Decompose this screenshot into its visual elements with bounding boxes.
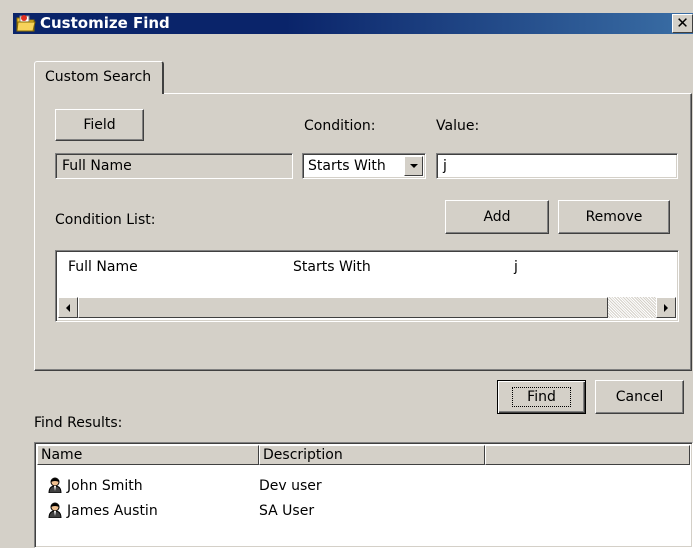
arrow-left-icon (66, 303, 70, 312)
condition-row-value: j (514, 259, 518, 275)
add-button-label: Add (483, 209, 511, 225)
scroll-thumb[interactable] (78, 297, 608, 318)
close-button[interactable]: ✕ (672, 14, 693, 33)
column-header-description[interactable]: Description (259, 445, 485, 465)
result-description: Dev user (259, 478, 322, 494)
condition-list[interactable]: Full Name Starts With j (55, 250, 679, 322)
result-name: John Smith (67, 478, 143, 494)
condition-label: Condition: (304, 118, 376, 134)
result-name: James Austin (67, 503, 158, 519)
cancel-button[interactable]: Cancel (595, 380, 684, 414)
chevron-down-icon (409, 164, 418, 168)
condition-list-label: Condition List: (55, 212, 156, 228)
cancel-button-label: Cancel (615, 389, 664, 405)
scroll-left-button[interactable] (58, 297, 78, 318)
field-name-display: Full Name (55, 153, 293, 179)
scroll-track[interactable] (608, 297, 656, 318)
remove-button[interactable]: Remove (558, 200, 670, 234)
scroll-right-button[interactable] (656, 297, 676, 318)
find-results-label: Find Results: (34, 415, 123, 431)
value-input[interactable]: j (436, 153, 678, 179)
column-header-name-label: Name (41, 447, 83, 463)
field-button[interactable]: Field (55, 109, 144, 141)
result-row[interactable]: James Austin SA User (37, 500, 690, 522)
condition-list-scrollbar[interactable] (58, 297, 676, 318)
result-description: SA User (259, 503, 315, 519)
condition-list-row[interactable]: Full Name Starts With j (58, 253, 676, 296)
value-input-text: j (443, 158, 447, 174)
result-row[interactable]: John Smith Dev user (37, 475, 690, 497)
condition-select-value: Starts With (308, 158, 386, 174)
value-label: Value: (436, 118, 480, 134)
user-icon (47, 502, 63, 519)
tab-custom-search[interactable]: Custom Search (34, 61, 164, 94)
find-folder-icon (15, 13, 37, 34)
close-icon: ✕ (676, 14, 689, 32)
column-header-empty[interactable] (485, 445, 690, 465)
field-name-value: Full Name (62, 158, 132, 174)
condition-row-field: Full Name (68, 259, 138, 275)
field-button-label: Field (83, 117, 116, 133)
remove-button-label: Remove (585, 209, 643, 225)
column-header-description-label: Description (263, 447, 343, 463)
condition-row-condition: Starts With (293, 259, 371, 275)
column-header-name[interactable]: Name (37, 445, 259, 465)
condition-dropdown-button[interactable] (404, 156, 423, 176)
find-button-label: Find (512, 387, 571, 407)
find-button[interactable]: Find (497, 380, 586, 414)
tab-custom-search-label: Custom Search (45, 69, 152, 85)
arrow-right-icon (664, 303, 668, 312)
add-button[interactable]: Add (445, 200, 549, 234)
condition-select[interactable]: Starts With (302, 153, 426, 179)
window-title: Customize Find (40, 14, 170, 32)
find-results-list[interactable]: Name Description John Smith Dev user Jam… (34, 442, 693, 548)
user-icon (47, 477, 63, 494)
